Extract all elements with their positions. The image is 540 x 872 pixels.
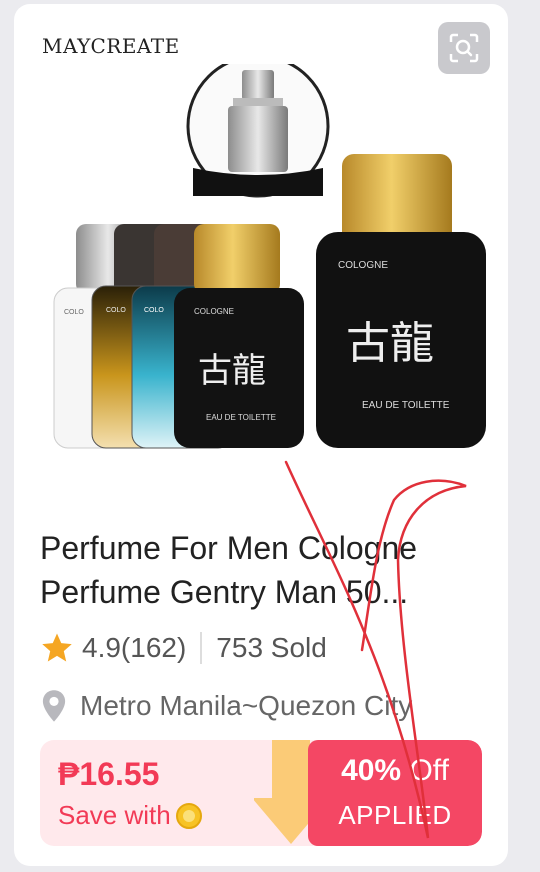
coin-icon — [175, 802, 202, 829]
svg-text:古龍: 古龍 — [198, 351, 266, 391]
svg-text:COLO: COLO — [106, 307, 126, 314]
product-title[interactable]: Perfume For Men Cologne Perfume Gentry M… — [40, 526, 490, 614]
rating-sold-row: 4.9(162) 753 Sold — [40, 628, 327, 668]
svg-text:COLO: COLO — [64, 309, 84, 316]
star-icon — [42, 633, 72, 662]
product-image[interactable]: COLO COLO COLO COLOGNE 古龍 EAU DE TOILETT… — [28, 64, 498, 474]
svg-text:COLOGNE: COLOGNE — [194, 307, 234, 316]
rating-text: 4.9(162) — [82, 632, 187, 663]
svg-text:COLOGNE: COLOGNE — [338, 260, 388, 271]
location-pin-icon — [42, 690, 66, 722]
product-card[interactable]: MAYCREATE COLO COLO COLO COLOGNE 古龍 EAU … — [14, 4, 508, 866]
applied-label: APPLIED — [338, 800, 452, 830]
sold-count: 753 Sold — [216, 632, 327, 663]
svg-text:古龍: 古龍 — [346, 318, 434, 369]
location-text: Metro Manila~Quezon City — [80, 690, 413, 721]
brand-logo: MAYCREATE — [42, 34, 180, 58]
discount-badge: 40% Off APPLIED — [308, 740, 482, 846]
bottle-black-large: COLOGNE 古龍 EAU DE TOILETTE — [316, 154, 486, 448]
promo-banner[interactable]: ₱16.55 Save with 40% Off APPLIED — [40, 740, 482, 846]
save-text: Save with — [58, 800, 171, 830]
sprayer-zoom — [186, 64, 330, 198]
save-with: Save with — [58, 800, 203, 831]
discount-percent: 40% Off — [341, 754, 449, 787]
svg-text:EAU DE TOILETTE: EAU DE TOILETTE — [362, 400, 450, 411]
divider — [200, 632, 203, 664]
image-search-icon — [449, 33, 479, 63]
location-row: Metro Manila~Quezon City — [40, 686, 412, 726]
price: ₱16.55 — [58, 756, 160, 792]
svg-text:COLO: COLO — [144, 307, 164, 314]
svg-text:EAU DE TOILETTE: EAU DE TOILETTE — [206, 413, 276, 422]
